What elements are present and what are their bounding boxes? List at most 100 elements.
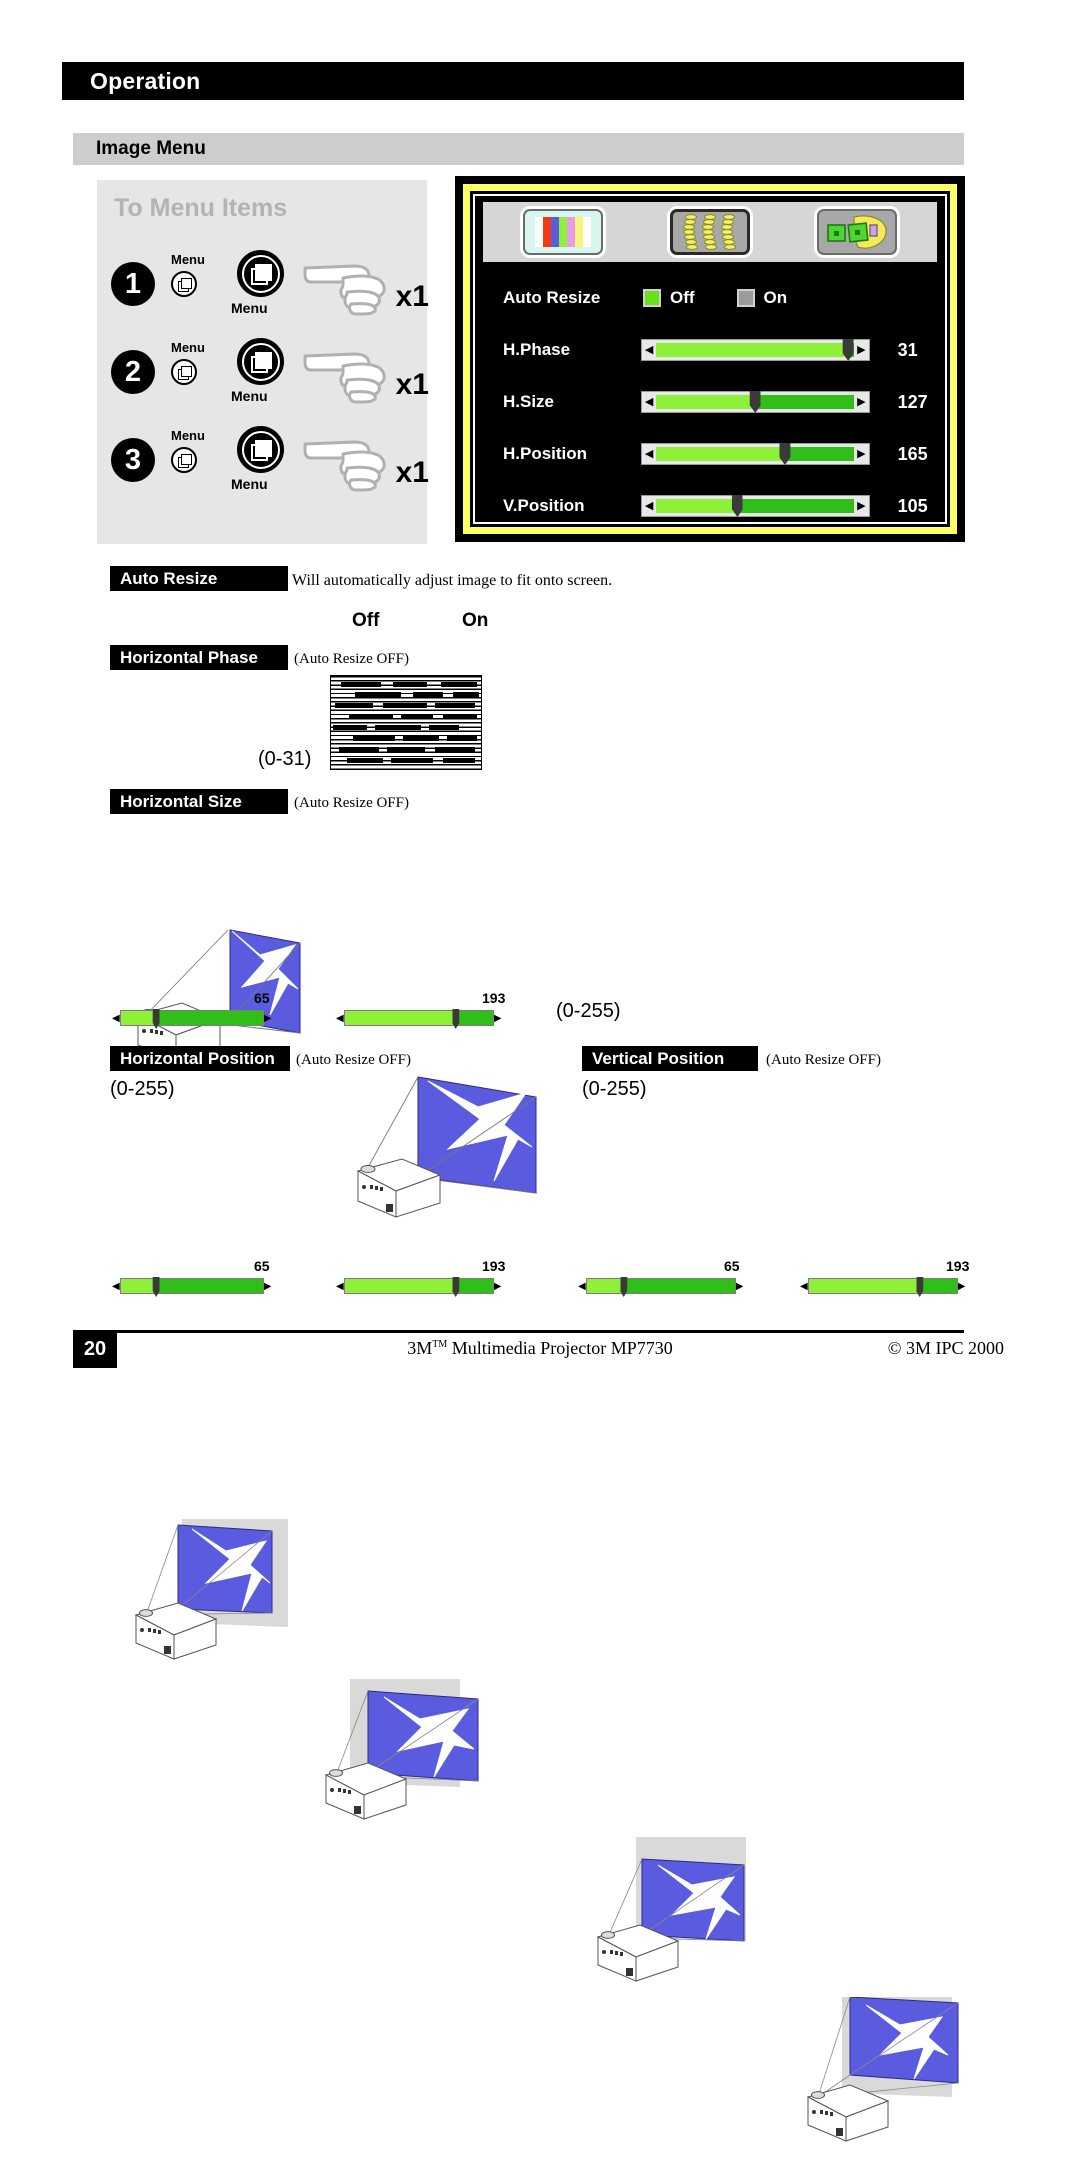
- horizontal-phase-note: (Auto Resize OFF): [294, 651, 409, 667]
- horizontal-phase-test-pattern: [330, 675, 482, 770]
- slider-track[interactable]: [656, 495, 855, 517]
- h-position-sample-slider-high[interactable]: 193 ◀ ▶: [336, 1258, 511, 1297]
- slider-thumb[interactable]: [731, 495, 743, 517]
- slider-right-arrow-icon[interactable]: ▶: [857, 448, 865, 460]
- slider-track[interactable]: [656, 443, 855, 465]
- press-count-label: x1: [395, 280, 429, 313]
- osd-auto-resize-label: Auto Resize: [503, 288, 601, 307]
- projector-diagram: [324, 1679, 479, 1820]
- mini-slider[interactable]: ◀ ▶: [336, 1277, 511, 1297]
- remote-menu-key[interactable]: Menu: [163, 340, 225, 403]
- osd-option-off-checkbox[interactable]: [643, 289, 661, 307]
- v-position-illustration-high: [790, 1996, 980, 2157]
- h-position-sample-slider-low[interactable]: 65 ◀ ▶: [112, 1258, 282, 1297]
- remote-key-label: Menu: [171, 428, 205, 443]
- slider-track[interactable]: [119, 1277, 264, 1297]
- slider-left-arrow-icon[interactable]: ◀: [645, 448, 653, 460]
- pointing-hand-icon: x1: [303, 428, 429, 492]
- horizontal-size-note: (Auto Resize OFF): [294, 795, 409, 811]
- panel-menu-button[interactable]: Menu: [225, 248, 303, 320]
- osd-h-size-slider[interactable]: ◀ ▶: [640, 391, 870, 413]
- v-position-sample-value-high: 193: [946, 1258, 970, 1274]
- slider-left-arrow-icon[interactable]: ◀: [578, 1281, 586, 1292]
- slider-thumb[interactable]: [152, 1277, 160, 1297]
- mini-slider[interactable]: ◀ ▶: [578, 1277, 753, 1297]
- slider-track[interactable]: [807, 1277, 958, 1297]
- slider-thumb[interactable]: [842, 339, 854, 361]
- auto-resize-on-label: On: [462, 610, 489, 631]
- slider-right-arrow-icon[interactable]: ▶: [736, 1281, 744, 1292]
- slider-right-arrow-icon[interactable]: ▶: [958, 1281, 966, 1292]
- slider-right-arrow-icon[interactable]: ▶: [264, 1013, 272, 1024]
- mini-slider[interactable]: ◀ ▶: [336, 1009, 511, 1029]
- h-position-sample-value-high: 193: [482, 1258, 506, 1274]
- slider-thumb[interactable]: [749, 391, 761, 413]
- osd-option-on-checkbox[interactable]: [736, 289, 755, 307]
- pointing-hand-icon: x1: [303, 340, 429, 404]
- slider-thumb[interactable]: [916, 1277, 924, 1297]
- tab-image-color-bars[interactable]: [522, 209, 603, 255]
- step-number-badge: 3: [111, 438, 155, 482]
- slider-right-arrow-icon[interactable]: ▶: [494, 1013, 502, 1024]
- slider-left-arrow-icon[interactable]: ◀: [112, 1281, 120, 1292]
- tab-keystone[interactable]: [669, 209, 750, 255]
- osd-auto-resize-options: Off On: [643, 288, 829, 308]
- section-title: Image Menu: [96, 138, 206, 159]
- slider-track[interactable]: [343, 1009, 494, 1029]
- slider-left-arrow-icon[interactable]: ◀: [336, 1281, 344, 1292]
- remote-menu-key[interactable]: Menu: [163, 252, 225, 315]
- slider-track[interactable]: [343, 1277, 494, 1297]
- slider-left-arrow-icon[interactable]: ◀: [645, 344, 653, 356]
- horizontal-size-caption: Horizontal Size: [110, 789, 288, 814]
- mini-slider[interactable]: ◀ ▶: [112, 1277, 282, 1297]
- slider-thumb[interactable]: [779, 443, 791, 465]
- slider-left-arrow-icon[interactable]: ◀: [645, 396, 653, 408]
- press-count-label: x1: [395, 456, 429, 489]
- horizontal-phase-caption: Horizontal Phase: [110, 645, 288, 670]
- mini-slider[interactable]: ◀ ▶: [800, 1277, 975, 1297]
- slider-right-arrow-icon[interactable]: ▶: [494, 1281, 502, 1292]
- v-position-sample-slider-high[interactable]: 193 ◀ ▶: [800, 1258, 975, 1297]
- projector-diagram: [134, 1519, 288, 1660]
- osd-h-phase-value: 31: [897, 339, 918, 360]
- vertical-position-note: (Auto Resize OFF): [766, 1052, 881, 1068]
- h-position-illustration-left: [120, 1517, 310, 1677]
- osd-h-phase-slider[interactable]: ◀ ▶: [640, 339, 870, 361]
- remote-menu-key[interactable]: Menu: [163, 428, 225, 491]
- slider-right-arrow-icon[interactable]: ▶: [857, 396, 865, 408]
- panel-menu-button[interactable]: Menu: [225, 424, 303, 496]
- slider-thumb[interactable]: [452, 1009, 460, 1029]
- h-size-sample-slider-low[interactable]: 65 ◀ ▶: [112, 990, 282, 1029]
- osd-h-position-value: 165: [897, 443, 928, 464]
- h-size-sample-slider-high[interactable]: 193 ◀ ▶: [336, 990, 511, 1029]
- osd-option-on-label: On: [763, 288, 788, 307]
- tab-setup[interactable]: [817, 209, 898, 255]
- slider-left-arrow-icon[interactable]: ◀: [800, 1281, 808, 1292]
- v-position-sample-slider-low[interactable]: 65 ◀ ▶: [578, 1258, 753, 1297]
- osd-row-h-phase: H.Phase ◀ ▶ 31: [483, 324, 937, 376]
- mini-slider[interactable]: ◀ ▶: [112, 1009, 282, 1029]
- osd-yellow-frame: Auto Resize Off On H.Phase ◀ ▶ 31 H.Size…: [463, 184, 957, 534]
- slider-thumb[interactable]: [620, 1277, 628, 1297]
- slider-track[interactable]: [656, 339, 855, 361]
- auto-resize-entry-label: Auto Resize: [110, 566, 288, 591]
- slider-track[interactable]: [119, 1009, 264, 1029]
- osd-row-auto-resize: Auto Resize Off On: [483, 272, 937, 324]
- panel-button-label: Menu: [231, 300, 268, 316]
- osd-v-position-slider[interactable]: ◀ ▶: [640, 495, 870, 517]
- slider-track[interactable]: [656, 391, 855, 413]
- slider-left-arrow-icon[interactable]: ◀: [336, 1013, 344, 1024]
- slider-right-arrow-icon[interactable]: ▶: [264, 1281, 272, 1292]
- slider-right-arrow-icon[interactable]: ▶: [857, 500, 865, 512]
- osd-h-position-label: H.Position: [503, 444, 588, 463]
- slider-left-arrow-icon[interactable]: ◀: [645, 500, 653, 512]
- osd-h-position-slider[interactable]: ◀ ▶: [640, 443, 870, 465]
- osd-row-h-size: H.Size ◀ ▶ 127: [483, 376, 937, 428]
- slider-right-arrow-icon[interactable]: ▶: [857, 344, 865, 356]
- slider-thumb[interactable]: [452, 1277, 460, 1297]
- panel-button-label: Menu: [231, 476, 268, 492]
- slider-left-arrow-icon[interactable]: ◀: [112, 1013, 120, 1024]
- menu-icon-large: [237, 338, 284, 385]
- panel-menu-button[interactable]: Menu: [225, 336, 303, 408]
- slider-track[interactable]: [585, 1277, 736, 1297]
